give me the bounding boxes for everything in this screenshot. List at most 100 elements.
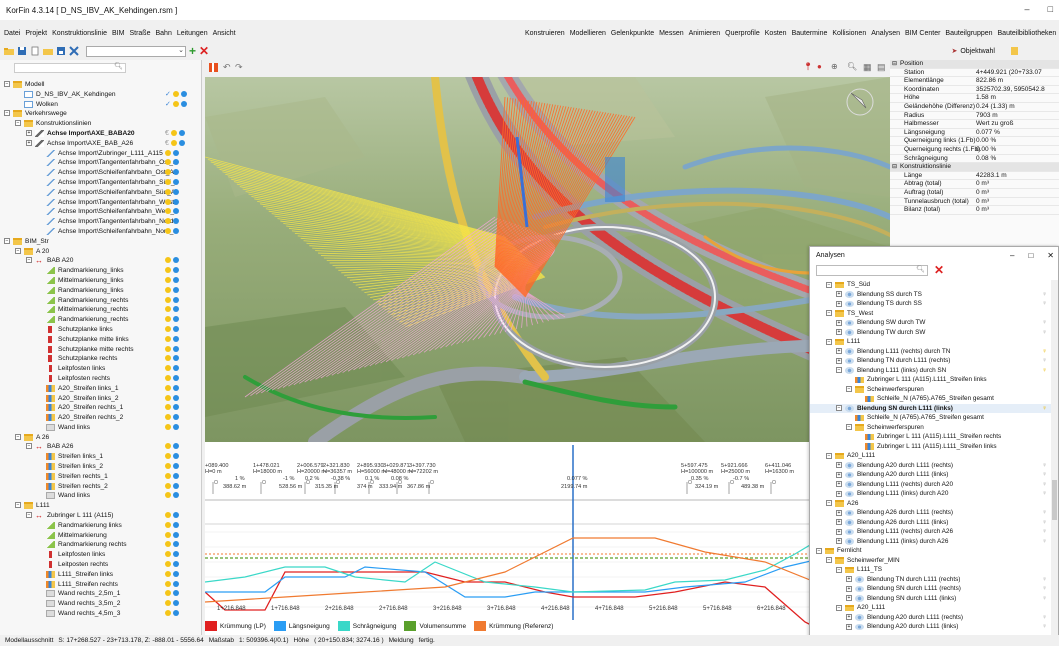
visibility-bulb-icon[interactable]: ♀	[1042, 470, 1047, 480]
analysis-item[interactable]: − TS_Süd	[810, 280, 1052, 290]
expand-icon[interactable]: +	[836, 319, 842, 326]
expand-icon[interactable]: +	[846, 595, 852, 601]
save-as-icon[interactable]	[56, 46, 66, 56]
tree-item[interactable]: Mittelmarkierung_links	[0, 276, 201, 286]
tree-item[interactable]: − Modell	[0, 80, 201, 90]
tree-item[interactable]: Streifen rechts_2	[0, 482, 201, 492]
analysis-item[interactable]: + Blendung L111 (links) durch A26 ♀	[810, 537, 1052, 547]
expand-icon[interactable]: +	[836, 471, 842, 478]
tree-item[interactable]: Streifen rechts_1	[0, 472, 201, 482]
visibility-bulb-icon[interactable]	[165, 414, 171, 421]
layer-color-icon[interactable]	[173, 276, 179, 283]
module-menu-messen[interactable]: Messen	[659, 30, 684, 37]
visibility-bulb-icon[interactable]	[165, 335, 171, 342]
analysen-minimize-button[interactable]: –	[1010, 247, 1014, 265]
module-menu-gelenkpunkte[interactable]: Gelenkpunkte	[611, 30, 654, 37]
analysis-item[interactable]: − Fernlicht	[810, 546, 1052, 556]
layer-color-icon[interactable]	[173, 159, 179, 166]
collapse-icon[interactable]: −	[826, 310, 832, 316]
visibility-bulb-icon[interactable]	[172, 90, 179, 97]
analysis-item[interactable]: + Blendung SN durch L111 (links) ♀	[810, 594, 1052, 604]
layer-color-icon[interactable]	[173, 286, 179, 293]
visibility-bulb-icon[interactable]: ♀	[1042, 299, 1047, 309]
visibility-bulb-icon[interactable]	[165, 472, 171, 479]
visibility-bulb-icon[interactable]	[165, 188, 171, 195]
visibility-bulb-icon[interactable]	[165, 492, 171, 499]
grid-icon[interactable]: ▦	[863, 62, 872, 73]
layer-color-icon[interactable]	[173, 443, 179, 450]
analysis-item[interactable]: − A20_L111	[810, 603, 1052, 613]
analysis-item[interactable]: + Blendung A20 durch L111 (rechts) ♀	[810, 461, 1052, 471]
collapse-icon[interactable]: ⊟	[892, 60, 897, 69]
expand-icon[interactable]: +	[836, 329, 842, 335]
layer-color-icon[interactable]	[178, 139, 185, 146]
visibility-bulb-icon[interactable]: ♀	[1042, 347, 1047, 357]
tree-item[interactable]: Mittelmarkierung	[0, 531, 201, 541]
layer-color-icon[interactable]	[173, 541, 179, 548]
property-section-header[interactable]: ⊟ Position	[890, 60, 1059, 69]
analysis-item[interactable]: Zubringer L 111 (A115).L111_Streifen lin…	[810, 442, 1052, 452]
collapse-icon[interactable]: −	[26, 443, 32, 450]
tree-item[interactable]: Achse Import\Tangentenfahrbahn_Nord	[0, 217, 201, 227]
layer-color-icon[interactable]	[173, 404, 179, 411]
module-menu-querprofile[interactable]: Querprofile	[725, 30, 760, 37]
visibility-bulb-icon[interactable]	[165, 208, 171, 215]
collapse-icon[interactable]: −	[846, 424, 852, 430]
tree-item[interactable]: Mittelmarkierung_rechts	[0, 305, 201, 315]
layer-color-icon[interactable]	[173, 414, 179, 421]
module-menu-konstruieren[interactable]: Konstruieren	[525, 30, 565, 37]
menu-bahn[interactable]: Bahn	[155, 30, 171, 37]
clear-search-icon[interactable]: ✕	[934, 263, 944, 277]
visibility-bulb-icon[interactable]	[165, 286, 171, 293]
visibility-bulb-icon[interactable]: ♀	[1042, 622, 1047, 632]
tree-item[interactable]: Wand rechts_2,5m_1	[0, 589, 201, 599]
analysis-item[interactable]: + Blendung A26 durch L111 (rechts) ♀	[810, 508, 1052, 518]
tree-item[interactable]: Achse Import\Zubringer_L111_A115	[0, 149, 201, 159]
visibility-bulb-icon[interactable]	[165, 570, 171, 577]
layer-color-icon[interactable]	[173, 580, 179, 587]
layer-color-icon[interactable]	[173, 482, 179, 489]
collapse-icon[interactable]: −	[26, 512, 32, 519]
tree-item[interactable]: A20_Streifen rechts_2	[0, 413, 201, 423]
marker-icon[interactable]: ●	[817, 62, 822, 71]
tree-item[interactable]: − L111	[0, 501, 201, 511]
tree-item[interactable]: Wand links	[0, 491, 201, 501]
visibility-bulb-icon[interactable]	[165, 325, 171, 332]
collapse-icon[interactable]: −	[846, 386, 852, 392]
analysis-item[interactable]: + Blendung A20 durch L111 (rechts) ♀	[810, 613, 1052, 623]
layer-color-icon[interactable]	[173, 521, 179, 528]
tree-item[interactable]: A20_Streifen links_2	[0, 394, 201, 404]
add-icon[interactable]: +	[189, 45, 196, 57]
analysen-close-button[interactable]: ✕	[1047, 247, 1054, 265]
analysis-item[interactable]: − Scheinwerferspuren	[810, 385, 1052, 395]
visibility-bulb-icon[interactable]	[165, 580, 171, 587]
analysen-scrollbar[interactable]	[1051, 280, 1058, 645]
visibility-bulb-icon[interactable]	[165, 306, 171, 313]
collapse-icon[interactable]: −	[15, 433, 21, 440]
collapse-icon[interactable]: −	[836, 604, 842, 611]
layer-color-icon[interactable]	[173, 178, 179, 185]
tree-item[interactable]: + Achse Import\AXE_BABA20 €	[0, 129, 201, 139]
expand-icon[interactable]: +	[846, 585, 852, 592]
module-menu-bim-center[interactable]: BIM Center	[905, 30, 940, 37]
layer-color-icon[interactable]	[173, 492, 179, 499]
module-menu-bauteilbibliotheken[interactable]: Bauteilbibliotheken	[998, 30, 1057, 37]
collapse-icon[interactable]: −	[826, 452, 832, 459]
layer-color-icon[interactable]	[173, 345, 179, 352]
visibility-bulb-icon[interactable]	[165, 198, 171, 205]
layer-color-icon[interactable]	[173, 365, 179, 372]
module-menu-kosten[interactable]: Kosten	[765, 30, 787, 37]
menu-leitungen[interactable]: Leitungen	[177, 30, 208, 37]
layer-color-icon[interactable]	[180, 100, 187, 107]
tree-item[interactable]: + Achse Import\AXE_BAB_A26 €	[0, 139, 201, 149]
tools-icon[interactable]	[69, 46, 79, 56]
visibility-bulb-icon[interactable]: ♀	[1042, 404, 1047, 414]
menu-datei[interactable]: Datei	[4, 30, 20, 37]
link-icon[interactable]: €	[165, 140, 169, 147]
legend-item[interactable]: Volumensumme	[404, 621, 466, 631]
layer-color-icon[interactable]	[173, 169, 179, 176]
layer-color-icon[interactable]	[178, 129, 185, 136]
object-combo[interactable]: ⌄	[86, 45, 186, 57]
layer-color-icon[interactable]	[173, 423, 179, 430]
layer-color-icon[interactable]	[173, 208, 179, 215]
